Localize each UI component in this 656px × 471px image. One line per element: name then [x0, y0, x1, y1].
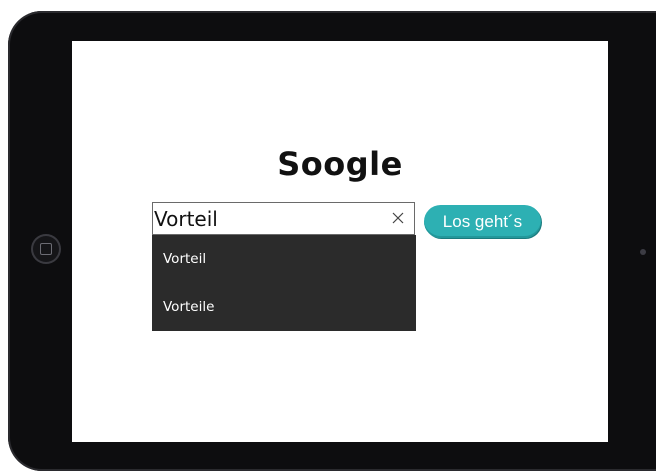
- search-button[interactable]: Los geht´s: [424, 205, 541, 238]
- suggestion-item[interactable]: Vorteil: [152, 235, 416, 283]
- page-title: Soogle: [277, 145, 403, 183]
- suggestion-dropdown: Vorteil Vorteile: [152, 235, 416, 331]
- home-button-icon: [40, 243, 52, 255]
- search-box: [152, 202, 415, 235]
- home-button[interactable]: [31, 234, 61, 264]
- tablet-screen: Soogle Los geht´s Vorteil Vorteile: [72, 41, 608, 442]
- close-icon[interactable]: [391, 211, 405, 225]
- search-input[interactable]: [154, 204, 382, 233]
- suggestion-item[interactable]: Vorteile: [152, 283, 416, 331]
- front-camera: [640, 249, 646, 255]
